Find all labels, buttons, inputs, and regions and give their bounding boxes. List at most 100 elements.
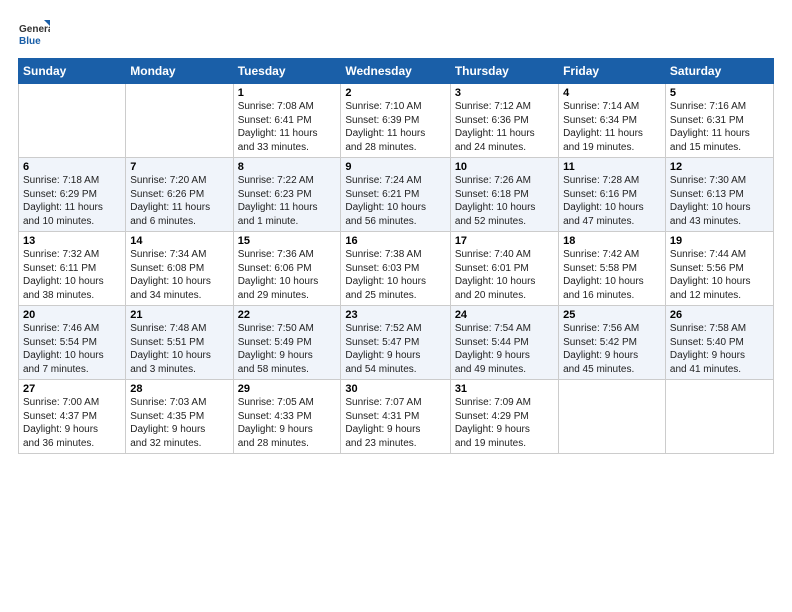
calendar-cell: 2Sunrise: 7:10 AM Sunset: 6:39 PM Daylig… <box>341 84 450 158</box>
calendar-cell: 6Sunrise: 7:18 AM Sunset: 6:29 PM Daylig… <box>19 158 126 232</box>
cell-info: Sunrise: 7:26 AM Sunset: 6:18 PM Dayligh… <box>455 174 554 228</box>
day-number: 20 <box>23 309 121 321</box>
calendar-cell <box>665 380 773 454</box>
day-number: 10 <box>455 161 554 173</box>
calendar-cell: 15Sunrise: 7:36 AM Sunset: 6:06 PM Dayli… <box>233 232 341 306</box>
logo: General Blue <box>18 18 50 50</box>
cell-info: Sunrise: 7:22 AM Sunset: 6:23 PM Dayligh… <box>238 174 337 228</box>
day-number: 24 <box>455 309 554 321</box>
col-header-sunday: Sunday <box>19 59 126 84</box>
day-number: 27 <box>23 383 121 395</box>
calendar-cell: 10Sunrise: 7:26 AM Sunset: 6:18 PM Dayli… <box>450 158 558 232</box>
calendar-cell: 28Sunrise: 7:03 AM Sunset: 4:35 PM Dayli… <box>126 380 233 454</box>
day-number: 2 <box>345 87 445 99</box>
calendar-cell <box>19 84 126 158</box>
col-header-saturday: Saturday <box>665 59 773 84</box>
cell-info: Sunrise: 7:10 AM Sunset: 6:39 PM Dayligh… <box>345 100 445 154</box>
page-header: General Blue <box>18 18 774 50</box>
day-number: 22 <box>238 309 337 321</box>
day-number: 21 <box>130 309 228 321</box>
calendar-cell: 4Sunrise: 7:14 AM Sunset: 6:34 PM Daylig… <box>559 84 666 158</box>
col-header-tuesday: Tuesday <box>233 59 341 84</box>
col-header-thursday: Thursday <box>450 59 558 84</box>
calendar-cell: 31Sunrise: 7:09 AM Sunset: 4:29 PM Dayli… <box>450 380 558 454</box>
day-number: 18 <box>563 235 661 247</box>
calendar-cell: 20Sunrise: 7:46 AM Sunset: 5:54 PM Dayli… <box>19 306 126 380</box>
cell-info: Sunrise: 7:34 AM Sunset: 6:08 PM Dayligh… <box>130 248 228 302</box>
day-number: 1 <box>238 87 337 99</box>
cell-info: Sunrise: 7:56 AM Sunset: 5:42 PM Dayligh… <box>563 322 661 376</box>
cell-info: Sunrise: 7:52 AM Sunset: 5:47 PM Dayligh… <box>345 322 445 376</box>
calendar-cell: 18Sunrise: 7:42 AM Sunset: 5:58 PM Dayli… <box>559 232 666 306</box>
calendar-cell: 23Sunrise: 7:52 AM Sunset: 5:47 PM Dayli… <box>341 306 450 380</box>
calendar-cell: 11Sunrise: 7:28 AM Sunset: 6:16 PM Dayli… <box>559 158 666 232</box>
cell-info: Sunrise: 7:14 AM Sunset: 6:34 PM Dayligh… <box>563 100 661 154</box>
svg-text:Blue: Blue <box>19 36 41 47</box>
day-number: 8 <box>238 161 337 173</box>
calendar-cell: 17Sunrise: 7:40 AM Sunset: 6:01 PM Dayli… <box>450 232 558 306</box>
calendar-cell: 5Sunrise: 7:16 AM Sunset: 6:31 PM Daylig… <box>665 84 773 158</box>
day-number: 3 <box>455 87 554 99</box>
calendar-cell: 1Sunrise: 7:08 AM Sunset: 6:41 PM Daylig… <box>233 84 341 158</box>
cell-info: Sunrise: 7:50 AM Sunset: 5:49 PM Dayligh… <box>238 322 337 376</box>
calendar-cell: 19Sunrise: 7:44 AM Sunset: 5:56 PM Dayli… <box>665 232 773 306</box>
calendar-row: 6Sunrise: 7:18 AM Sunset: 6:29 PM Daylig… <box>19 158 774 232</box>
day-number: 26 <box>670 309 769 321</box>
calendar-cell <box>126 84 233 158</box>
cell-info: Sunrise: 7:24 AM Sunset: 6:21 PM Dayligh… <box>345 174 445 228</box>
cell-info: Sunrise: 7:30 AM Sunset: 6:13 PM Dayligh… <box>670 174 769 228</box>
calendar-cell: 16Sunrise: 7:38 AM Sunset: 6:03 PM Dayli… <box>341 232 450 306</box>
day-number: 30 <box>345 383 445 395</box>
cell-info: Sunrise: 7:18 AM Sunset: 6:29 PM Dayligh… <box>23 174 121 228</box>
calendar-cell: 21Sunrise: 7:48 AM Sunset: 5:51 PM Dayli… <box>126 306 233 380</box>
calendar-cell: 12Sunrise: 7:30 AM Sunset: 6:13 PM Dayli… <box>665 158 773 232</box>
day-number: 11 <box>563 161 661 173</box>
day-number: 28 <box>130 383 228 395</box>
calendar-cell: 29Sunrise: 7:05 AM Sunset: 4:33 PM Dayli… <box>233 380 341 454</box>
cell-info: Sunrise: 7:03 AM Sunset: 4:35 PM Dayligh… <box>130 396 228 450</box>
col-header-monday: Monday <box>126 59 233 84</box>
calendar-cell: 26Sunrise: 7:58 AM Sunset: 5:40 PM Dayli… <box>665 306 773 380</box>
cell-info: Sunrise: 7:36 AM Sunset: 6:06 PM Dayligh… <box>238 248 337 302</box>
cell-info: Sunrise: 7:38 AM Sunset: 6:03 PM Dayligh… <box>345 248 445 302</box>
day-number: 19 <box>670 235 769 247</box>
cell-info: Sunrise: 7:09 AM Sunset: 4:29 PM Dayligh… <box>455 396 554 450</box>
calendar-cell: 7Sunrise: 7:20 AM Sunset: 6:26 PM Daylig… <box>126 158 233 232</box>
day-number: 7 <box>130 161 228 173</box>
day-number: 31 <box>455 383 554 395</box>
day-number: 9 <box>345 161 445 173</box>
cell-info: Sunrise: 7:12 AM Sunset: 6:36 PM Dayligh… <box>455 100 554 154</box>
day-number: 4 <box>563 87 661 99</box>
day-number: 15 <box>238 235 337 247</box>
calendar-cell: 22Sunrise: 7:50 AM Sunset: 5:49 PM Dayli… <box>233 306 341 380</box>
calendar-row: 13Sunrise: 7:32 AM Sunset: 6:11 PM Dayli… <box>19 232 774 306</box>
day-number: 23 <box>345 309 445 321</box>
col-header-friday: Friday <box>559 59 666 84</box>
calendar-row: 20Sunrise: 7:46 AM Sunset: 5:54 PM Dayli… <box>19 306 774 380</box>
day-number: 13 <box>23 235 121 247</box>
cell-info: Sunrise: 7:32 AM Sunset: 6:11 PM Dayligh… <box>23 248 121 302</box>
day-number: 16 <box>345 235 445 247</box>
calendar-cell: 14Sunrise: 7:34 AM Sunset: 6:08 PM Dayli… <box>126 232 233 306</box>
calendar-cell: 25Sunrise: 7:56 AM Sunset: 5:42 PM Dayli… <box>559 306 666 380</box>
calendar-table: SundayMondayTuesdayWednesdayThursdayFrid… <box>18 58 774 454</box>
cell-info: Sunrise: 7:20 AM Sunset: 6:26 PM Dayligh… <box>130 174 228 228</box>
cell-info: Sunrise: 7:42 AM Sunset: 5:58 PM Dayligh… <box>563 248 661 302</box>
day-number: 12 <box>670 161 769 173</box>
calendar-cell: 9Sunrise: 7:24 AM Sunset: 6:21 PM Daylig… <box>341 158 450 232</box>
cell-info: Sunrise: 7:54 AM Sunset: 5:44 PM Dayligh… <box>455 322 554 376</box>
day-number: 6 <box>23 161 121 173</box>
calendar-row: 27Sunrise: 7:00 AM Sunset: 4:37 PM Dayli… <box>19 380 774 454</box>
cell-info: Sunrise: 7:40 AM Sunset: 6:01 PM Dayligh… <box>455 248 554 302</box>
cell-info: Sunrise: 7:46 AM Sunset: 5:54 PM Dayligh… <box>23 322 121 376</box>
cell-info: Sunrise: 7:07 AM Sunset: 4:31 PM Dayligh… <box>345 396 445 450</box>
calendar-cell: 3Sunrise: 7:12 AM Sunset: 6:36 PM Daylig… <box>450 84 558 158</box>
svg-text:General: General <box>19 24 50 35</box>
col-header-wednesday: Wednesday <box>341 59 450 84</box>
calendar-cell: 30Sunrise: 7:07 AM Sunset: 4:31 PM Dayli… <box>341 380 450 454</box>
cell-info: Sunrise: 7:44 AM Sunset: 5:56 PM Dayligh… <box>670 248 769 302</box>
calendar-cell: 24Sunrise: 7:54 AM Sunset: 5:44 PM Dayli… <box>450 306 558 380</box>
day-number: 25 <box>563 309 661 321</box>
cell-info: Sunrise: 7:28 AM Sunset: 6:16 PM Dayligh… <box>563 174 661 228</box>
cell-info: Sunrise: 7:58 AM Sunset: 5:40 PM Dayligh… <box>670 322 769 376</box>
